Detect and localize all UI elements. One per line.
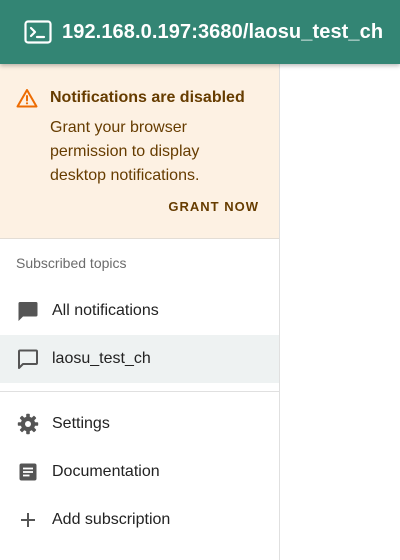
main-content-area <box>280 64 400 560</box>
navigation-drawer: Notifications are disabled Grant your br… <box>0 64 280 560</box>
terminal-icon <box>24 18 52 46</box>
nav-documentation[interactable]: Documentation <box>0 448 279 496</box>
chat-outline-icon <box>16 347 40 371</box>
page-title: 192.168.0.197:3680/laosu_test_ch <box>62 20 384 43</box>
warning-icon <box>16 88 38 108</box>
topic-label: All notifications <box>52 302 159 319</box>
drawer-divider <box>0 391 279 392</box>
topic-label: laosu_test_ch <box>52 350 151 367</box>
chat-filled-icon <box>16 299 40 323</box>
nav-label: Settings <box>52 415 110 432</box>
nav-settings[interactable]: Settings <box>0 400 279 448</box>
nav-add-subscription[interactable]: Add subscription <box>0 496 279 544</box>
notifications-disabled-alert: Notifications are disabled Grant your br… <box>0 64 279 239</box>
article-icon <box>16 460 40 484</box>
alert-title: Notifications are disabled <box>50 89 245 106</box>
alert-message: Grant your browser permission to display… <box>50 119 200 184</box>
app-header: 192.168.0.197:3680/laosu_test_ch <box>0 0 400 64</box>
plus-icon <box>16 508 40 532</box>
nav-label: Add subscription <box>52 511 171 528</box>
subscribed-topics-header: Subscribed topics <box>16 255 127 271</box>
grant-now-button[interactable]: GRANT NOW <box>168 199 259 214</box>
nav-label: Documentation <box>52 463 160 480</box>
topic-all-notifications[interactable]: All notifications <box>0 287 279 335</box>
gear-icon <box>16 412 40 436</box>
topic-laosu-test-ch[interactable]: laosu_test_ch <box>0 335 279 383</box>
